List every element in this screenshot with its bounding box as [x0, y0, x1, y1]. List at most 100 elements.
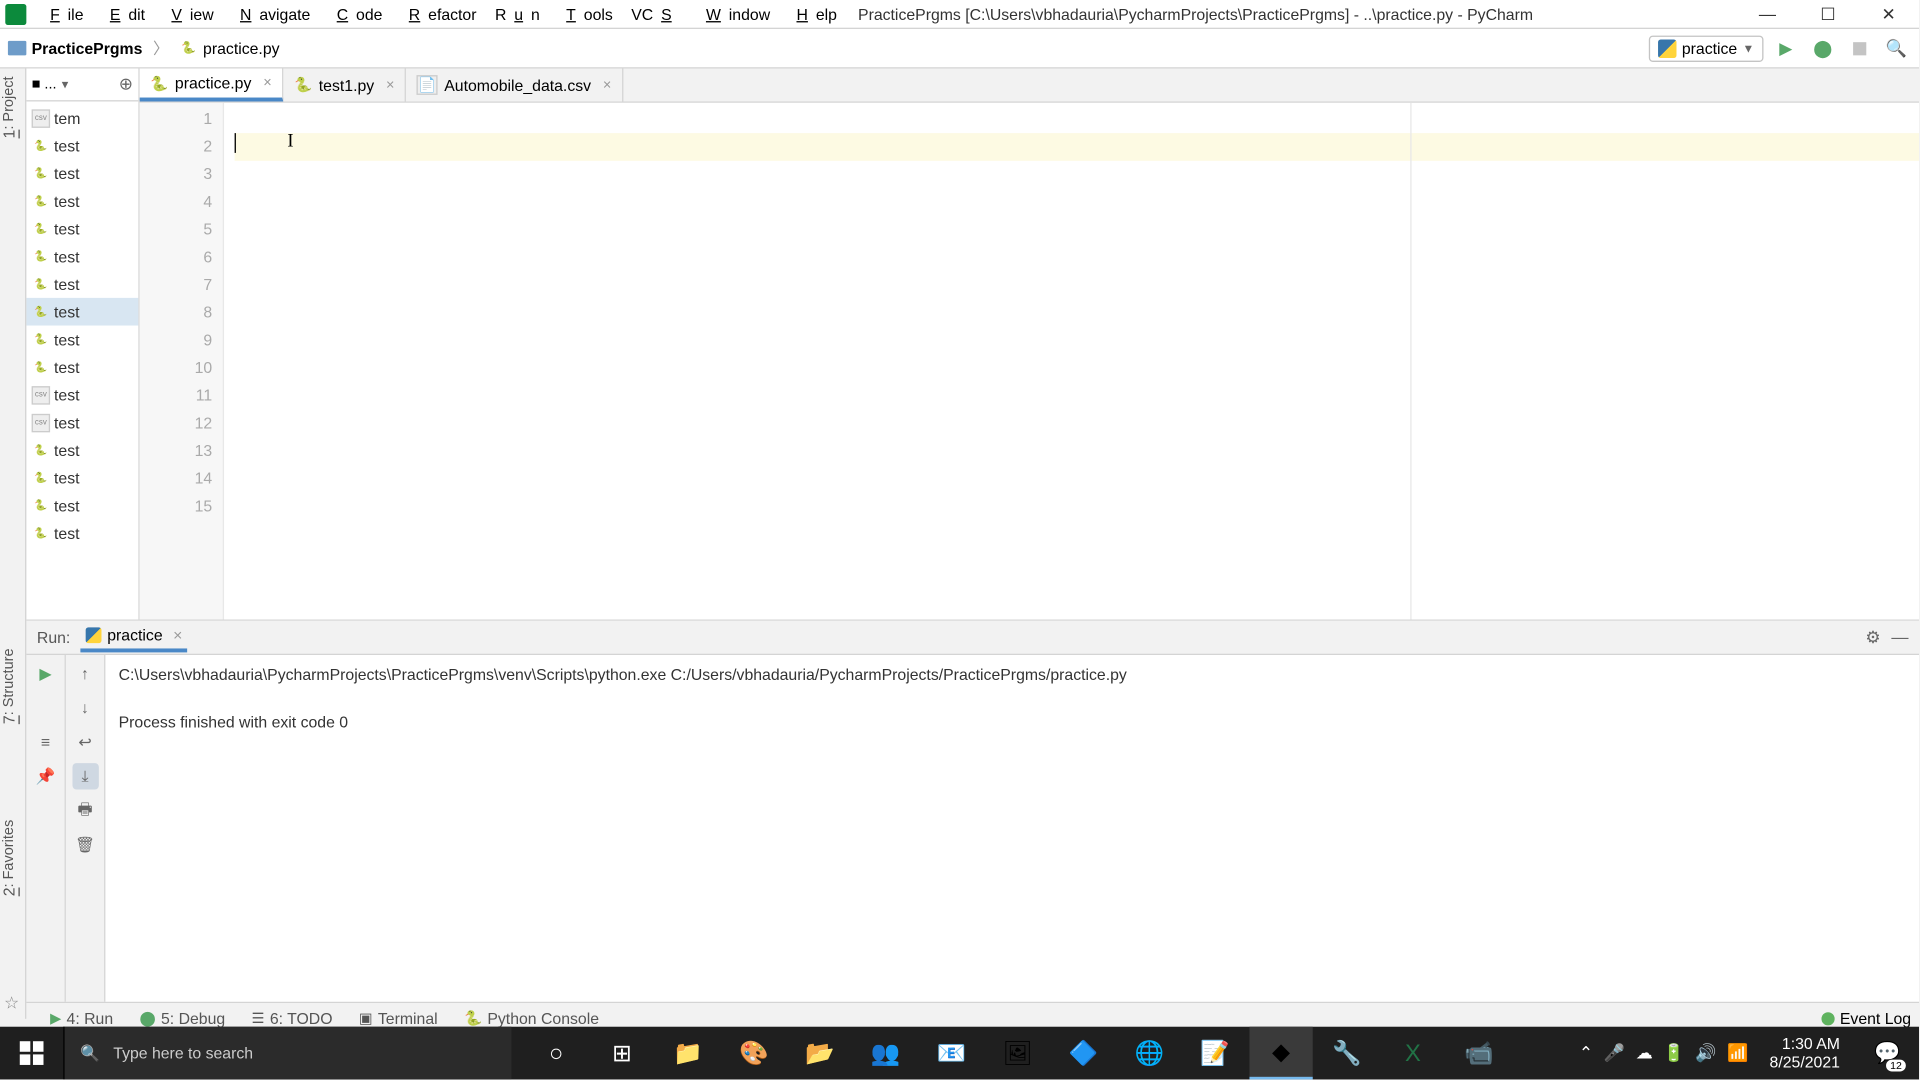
- code-editor[interactable]: I: [224, 103, 1919, 620]
- tree-item[interactable]: csvtest: [26, 381, 138, 409]
- taskbar-search[interactable]: 🔍 Type here to search: [63, 1027, 511, 1080]
- run-config-selector[interactable]: practice ▼: [1649, 35, 1764, 61]
- close-icon[interactable]: ×: [173, 626, 182, 644]
- wifi-icon[interactable]: 📶: [1727, 1043, 1748, 1064]
- tree-item[interactable]: 🐍test: [26, 436, 138, 464]
- teams-icon[interactable]: 👥: [854, 1027, 917, 1080]
- app-icon[interactable]: 🖼: [986, 1027, 1049, 1080]
- tree-item[interactable]: 🐍test: [26, 215, 138, 243]
- menu-view[interactable]: View: [156, 2, 222, 26]
- close-icon[interactable]: ×: [386, 77, 394, 93]
- tray-icon[interactable]: 🔋: [1663, 1043, 1684, 1064]
- up-button[interactable]: ↑: [72, 660, 98, 686]
- cortana-icon[interactable]: ○: [525, 1027, 588, 1080]
- tab-project[interactable]: 1: Project: [0, 76, 18, 138]
- scroll-to-end-button[interactable]: ⤓: [72, 763, 98, 789]
- close-button[interactable]: ✕: [1858, 0, 1919, 28]
- down-button[interactable]: ↓: [72, 695, 98, 721]
- editor-tab[interactable]: 📄Automobile_data.csv×: [406, 69, 623, 102]
- tab-structure[interactable]: 7: Structure: [0, 648, 18, 724]
- soft-wrap-button[interactable]: ↩: [72, 729, 98, 755]
- tree-item[interactable]: 🐍test: [26, 298, 138, 326]
- python-file-icon: 🐍: [32, 496, 50, 514]
- file-explorer-icon[interactable]: 📁: [656, 1027, 719, 1080]
- line-number: 5: [140, 216, 212, 244]
- editor-tab[interactable]: 🐍practice.py×: [140, 69, 284, 102]
- print-button[interactable]: 🖶: [72, 797, 98, 823]
- run-button[interactable]: ▶: [1771, 34, 1800, 63]
- console-output[interactable]: C:\Users\vbhadauria\PycharmProjects\Prac…: [105, 655, 1919, 1002]
- editor-tab[interactable]: 🐍test1.py×: [284, 69, 407, 102]
- menu-edit[interactable]: Edit: [94, 2, 153, 26]
- minimize-button[interactable]: —: [1737, 0, 1798, 28]
- stop-run-button[interactable]: [32, 695, 58, 721]
- app-icon[interactable]: 🔷: [1052, 1027, 1115, 1080]
- menu-code[interactable]: Code: [321, 2, 390, 26]
- tree-item[interactable]: 🐍test: [26, 353, 138, 381]
- pycharm-taskbar-icon[interactable]: ◆: [1249, 1027, 1312, 1080]
- tree-item[interactable]: 🐍test: [26, 132, 138, 160]
- pin-button[interactable]: 📌: [32, 763, 58, 789]
- excel-icon[interactable]: X: [1381, 1027, 1444, 1080]
- app-icon[interactable]: 🎨: [722, 1027, 785, 1080]
- taskbar-clock[interactable]: 1:30 AM 8/25/2021: [1759, 1035, 1850, 1072]
- tree-item[interactable]: csvtest: [26, 409, 138, 437]
- tree-item[interactable]: 🐍test: [26, 159, 138, 187]
- camera-icon[interactable]: 📹: [1447, 1027, 1510, 1080]
- start-button[interactable]: [0, 1027, 63, 1080]
- tree-item-label: test: [54, 275, 79, 293]
- breadcrumb-project[interactable]: PracticePrgms: [32, 39, 143, 57]
- tab-favorites[interactable]: 2: Favorites: [0, 820, 18, 897]
- outlook-icon[interactable]: 📧: [920, 1027, 983, 1080]
- line-gutter: 123456789101112131415: [140, 103, 224, 620]
- tray-chevron-icon[interactable]: ⌃: [1579, 1043, 1593, 1064]
- notepad-icon[interactable]: 📝: [1184, 1027, 1247, 1080]
- gear-icon[interactable]: ⚙: [1865, 627, 1880, 648]
- line-number: 6: [140, 244, 212, 272]
- tray-icon[interactable]: 🎤: [1604, 1043, 1625, 1064]
- tree-item[interactable]: 🐍test: [26, 270, 138, 298]
- breadcrumb-file[interactable]: practice.py: [203, 39, 279, 57]
- notification-button[interactable]: 💬12: [1861, 1027, 1914, 1080]
- tree-view-mode[interactable]: ■ ...: [32, 76, 57, 92]
- menu-vcs[interactable]: VCS: [623, 2, 687, 26]
- rerun-button[interactable]: ▶: [32, 660, 58, 686]
- star-icon[interactable]: ☆: [4, 992, 19, 1013]
- tree-item[interactable]: 🐍test: [26, 187, 138, 215]
- tree-item[interactable]: 🐍test: [26, 519, 138, 547]
- tab-label: Automobile_data.csv: [444, 76, 591, 94]
- search-button[interactable]: 🔍: [1882, 34, 1911, 63]
- locate-icon[interactable]: ⊕: [119, 74, 133, 95]
- menu-navigate[interactable]: Navigate: [224, 2, 318, 26]
- tree-item[interactable]: 🐍test: [26, 464, 138, 492]
- stop-button[interactable]: [1845, 34, 1874, 63]
- menu-tools[interactable]: Tools: [550, 2, 620, 26]
- menu-window[interactable]: Window: [690, 2, 778, 26]
- close-icon[interactable]: ×: [603, 77, 611, 93]
- clear-button[interactable]: 🗑: [72, 832, 98, 858]
- tree-item[interactable]: 🐍test: [26, 492, 138, 520]
- tree-item[interactable]: 🐍test: [26, 326, 138, 354]
- hide-icon[interactable]: —: [1891, 627, 1908, 647]
- menu-help[interactable]: Help: [781, 2, 845, 26]
- python-file-icon: 🐍: [179, 39, 197, 57]
- task-view-icon[interactable]: ⊞: [590, 1027, 653, 1080]
- tray-icon[interactable]: ☁: [1636, 1043, 1653, 1064]
- event-log-button[interactable]: Event Log: [1821, 1009, 1911, 1027]
- debug-button[interactable]: ⬤: [1808, 34, 1837, 63]
- tree-item[interactable]: csvtem: [26, 104, 138, 132]
- chrome-icon[interactable]: 🌐: [1118, 1027, 1181, 1080]
- close-icon[interactable]: ×: [263, 75, 271, 91]
- menu-run[interactable]: Run: [487, 2, 548, 26]
- tree-item[interactable]: 🐍test: [26, 243, 138, 271]
- menu-refactor[interactable]: Refactor: [393, 2, 484, 26]
- layout-button[interactable]: ≡: [32, 729, 58, 755]
- maximize-button[interactable]: ☐: [1798, 0, 1859, 28]
- app-icon[interactable]: 🔧: [1315, 1027, 1378, 1080]
- chevron-down-icon[interactable]: ▾: [62, 77, 69, 91]
- run-panel-config-tab[interactable]: practice ×: [81, 622, 188, 652]
- menu-file[interactable]: File: [34, 2, 91, 26]
- volume-icon[interactable]: 🔊: [1695, 1043, 1716, 1064]
- csv-file-icon: csv: [32, 413, 50, 431]
- app-icon[interactable]: 📂: [788, 1027, 851, 1080]
